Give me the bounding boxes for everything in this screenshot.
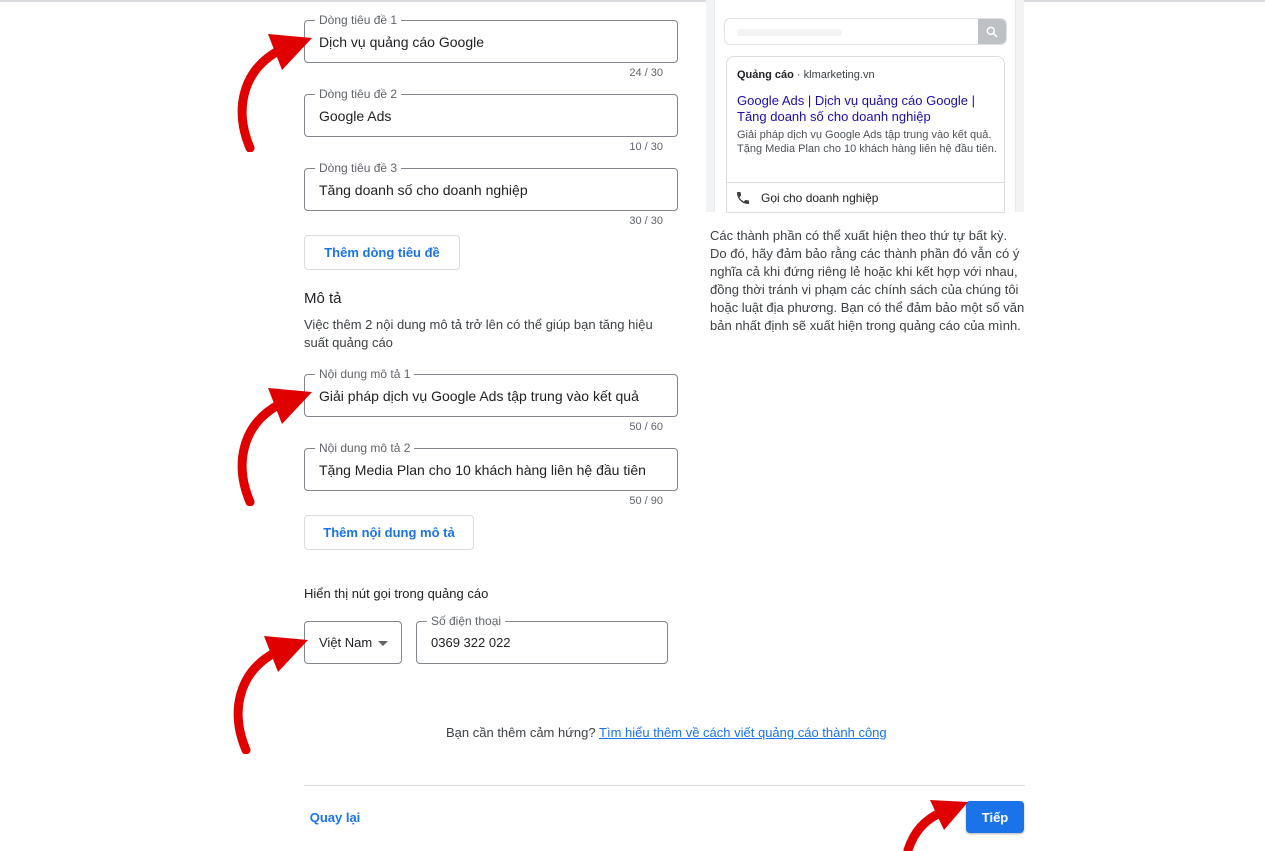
annotation-arrow-icon xyxy=(233,636,308,754)
description-1-value[interactable]: Giải pháp dịch vụ Google Ads tập trung v… xyxy=(319,388,639,404)
headline-2-counter: 10 / 30 xyxy=(629,141,663,153)
back-button[interactable]: Quay lại xyxy=(304,802,366,832)
search-icon xyxy=(986,26,998,38)
description-section-title: Mô tả xyxy=(304,290,342,307)
ad-preview-headline: Google Ads | Dịch vụ quảng cáo Google | … xyxy=(737,93,976,124)
dropdown-caret-icon xyxy=(378,641,388,646)
headline-2-value[interactable]: Google Ads xyxy=(319,108,391,124)
ad-badge: Quảng cáo xyxy=(737,69,794,81)
ad-card-divider xyxy=(727,182,1004,183)
headline-2-label: Dòng tiêu đề 2 xyxy=(315,87,402,101)
add-headline-button[interactable]: Thêm dòng tiêu đề xyxy=(304,235,460,270)
description-2-label: Nội dung mô tả 2 xyxy=(315,441,415,455)
ad-preview-card: Quảng cáo · klmarketing.vn Google Ads | … xyxy=(726,56,1005,213)
headline-3-field[interactable]: Dòng tiêu đề 3 Tăng doanh số cho doanh n… xyxy=(304,161,678,211)
inspiration-prompt: Bạn cần thêm cảm hứng? xyxy=(446,725,596,740)
preview-search-bar xyxy=(724,18,1007,45)
phone-icon xyxy=(737,192,749,204)
country-select[interactable]: Việt Nam xyxy=(304,621,402,664)
country-select-value: Việt Nam xyxy=(319,635,373,650)
ad-meta-separator: · xyxy=(796,69,801,81)
description-2-counter: 50 / 90 xyxy=(629,495,663,507)
phone-number-label: Số điện thoại xyxy=(427,614,506,628)
description-1-counter: 50 / 60 xyxy=(629,421,663,433)
ad-meta: Quảng cáo · klmarketing.vn xyxy=(737,69,875,81)
headline-1-value[interactable]: Dịch vụ quảng cáo Google xyxy=(319,34,484,50)
inspiration-text: Bạn cần thêm cảm hứng? Tìm hiểu thêm về … xyxy=(446,725,887,740)
search-placeholder-bar xyxy=(737,29,842,36)
phone-number-field[interactable]: Số điện thoại 0369 322 022 xyxy=(416,614,668,664)
next-button[interactable]: Tiếp xyxy=(966,801,1024,833)
ad-call-label: Gọi cho doanh nghiệp xyxy=(761,191,879,205)
ad-domain: klmarketing.vn xyxy=(803,69,875,81)
top-divider xyxy=(0,0,1265,2)
description-2-value[interactable]: Tặng Media Plan cho 10 khách hàng liên h… xyxy=(319,462,646,478)
description-1-field[interactable]: Nội dung mô tả 1 Giải pháp dịch vụ Googl… xyxy=(304,367,678,417)
phone-number-value[interactable]: 0369 322 022 xyxy=(431,635,511,651)
description-2-field[interactable]: Nội dung mô tả 2 Tặng Media Plan cho 10 … xyxy=(304,441,678,491)
description-section-help: Việc thêm 2 nội dung mô tả trở lên có th… xyxy=(304,317,653,350)
headline-2-field[interactable]: Dòng tiêu đề 2 Google Ads xyxy=(304,87,678,137)
description-1-label: Nội dung mô tả 1 xyxy=(315,367,415,381)
ad-call-row: Gọi cho doanh nghiệp xyxy=(735,189,878,207)
add-description-button[interactable]: Thêm nội dung mô tả xyxy=(304,515,474,550)
headline-1-label: Dòng tiêu đề 1 xyxy=(315,13,402,27)
preview-note: Các thành phần có thể xuất hiện theo thứ… xyxy=(710,228,1025,333)
headline-3-label: Dòng tiêu đề 3 xyxy=(315,161,402,175)
annotation-arrow-icon xyxy=(237,388,312,506)
headline-1-counter: 24 / 30 xyxy=(629,67,663,79)
footer-divider xyxy=(304,785,1025,786)
ad-preview-description: Giải pháp dịch vụ Google Ads tập trung v… xyxy=(737,129,997,155)
annotation-arrow-icon xyxy=(903,800,968,851)
headline-1-field[interactable]: Dòng tiêu đề 1 Dịch vụ quảng cáo Google xyxy=(304,13,678,63)
call-button-title: Hiển thị nút gọi trong quảng cáo xyxy=(304,586,489,601)
inspiration-link[interactable]: Tìm hiểu thêm về cách viết quảng cáo thà… xyxy=(599,725,887,740)
headline-3-value[interactable]: Tăng doanh số cho doanh nghiệp xyxy=(319,182,528,198)
headline-3-counter: 30 / 30 xyxy=(629,215,663,227)
annotation-arrow-icon xyxy=(237,34,312,152)
preview-search-button xyxy=(978,19,1006,44)
